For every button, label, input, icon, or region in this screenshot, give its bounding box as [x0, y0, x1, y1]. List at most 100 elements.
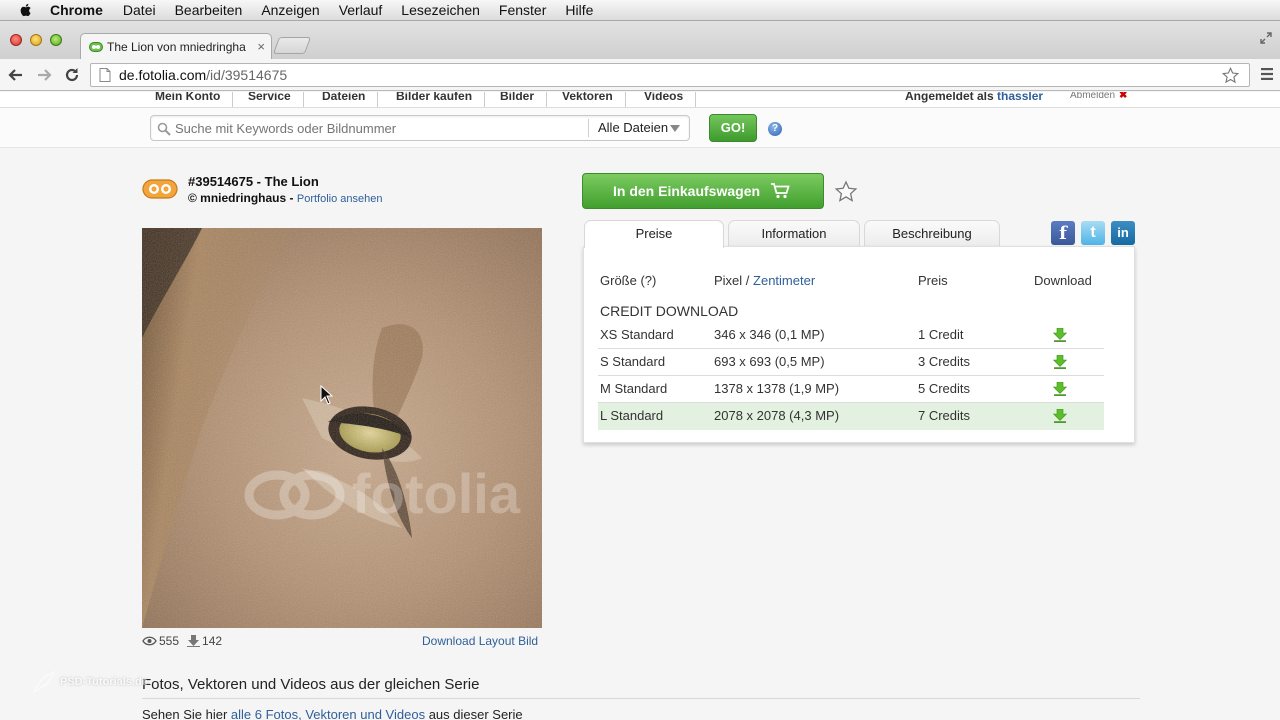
image-author: © mniedringhaus - Portfolio ansehen [188, 191, 382, 205]
price-row[interactable]: S Standard 693 x 693 (0,5 MP) 3 Credits [598, 349, 1104, 376]
author-separator: - [286, 191, 297, 205]
chevron-down-icon[interactable] [670, 125, 680, 132]
logout-link[interactable]: Abmelden ✖ [1070, 92, 1128, 107]
nav-vektoren[interactable]: Vektoren [550, 92, 626, 107]
forward-arrow-icon[interactable] [34, 65, 54, 85]
watermark-text: PSD-Tutorials.de [60, 676, 148, 688]
search-icon [157, 122, 171, 136]
search-bar: Alle Dateien GO! ? [0, 108, 1280, 148]
nav-service[interactable]: Service [236, 92, 304, 107]
price-credits: 7 Credits [918, 408, 971, 423]
browser-tab[interactable]: The Lion von mniedringha × [80, 33, 272, 59]
image-title: #39514675 - The Lion [188, 174, 319, 189]
nav-mein-konto[interactable]: Mein Konto [143, 92, 234, 107]
window-close-button[interactable] [10, 34, 22, 46]
download-count-icon [187, 635, 201, 647]
back-arrow-icon[interactable] [6, 65, 26, 85]
series-sub-pre: Sehen Sie hier [142, 707, 231, 720]
eye-icon [142, 636, 157, 646]
menu-icon[interactable] [1260, 67, 1274, 81]
browser-tabstrip: The Lion von mniedringha × [0, 21, 1280, 59]
window-zoom-button[interactable] [50, 34, 62, 46]
tab-title: The Lion von mniedringha [107, 39, 246, 54]
favorite-star-icon[interactable] [834, 180, 858, 204]
mouse-cursor-icon [320, 385, 334, 405]
menu-anzeigen[interactable]: Anzeigen [261, 2, 319, 18]
logged-in-status: Angemeldet als thassler [905, 92, 1043, 107]
nav-bilder[interactable]: Bilder [488, 92, 548, 107]
logged-in-user[interactable]: thassler [997, 92, 1043, 103]
menu-datei[interactable]: Datei [123, 2, 156, 18]
menu-chrome[interactable]: Chrome [50, 2, 103, 18]
header-size[interactable]: Größe (?) [600, 273, 656, 288]
browser-toolbar: de.fotolia.com/id/39514675 [0, 59, 1280, 91]
cart-button-label: In den Einkaufswagen [613, 183, 761, 199]
price-row[interactable]: XS Standard 346 x 346 (0,1 MP) 1 Credit [598, 322, 1104, 349]
tab-preise[interactable]: Preise [584, 220, 724, 248]
price-dimensions: 346 x 346 (0,1 MP) [714, 327, 825, 342]
header-price: Preis [918, 273, 948, 288]
bookmark-star-icon[interactable] [1222, 67, 1239, 84]
nav-dateien[interactable]: Dateien [310, 92, 379, 107]
search-input[interactable] [175, 116, 585, 140]
new-tab-button[interactable] [272, 37, 312, 54]
credit-download-title: CREDIT DOWNLOAD [600, 303, 739, 319]
lion-photo[interactable]: fotolia [142, 228, 542, 628]
apple-menu-icon[interactable] [18, 2, 34, 18]
price-row[interactable]: L Standard 2078 x 2078 (4,3 MP) 7 Credits [598, 403, 1104, 430]
price-size: XS Standard [600, 327, 674, 342]
price-dimensions: 2078 x 2078 (4,3 MP) [714, 408, 840, 423]
download-layout-link[interactable]: Download Layout Bild [422, 634, 538, 648]
search-field: Alle Dateien [150, 115, 690, 141]
price-size: L Standard [600, 408, 664, 423]
download-arrow-icon[interactable] [1053, 382, 1067, 396]
author-name[interactable]: © mniedringhaus [188, 191, 286, 205]
price-dimensions: 693 x 693 (0,5 MP) [714, 354, 825, 369]
tab-information[interactable]: Information [728, 220, 860, 247]
fullscreen-icon[interactable] [1260, 32, 1272, 44]
page-content: Mein Konto Service Dateien Bilder kaufen… [0, 92, 1280, 720]
price-size: S Standard [600, 354, 666, 369]
nav-bilder-kaufen[interactable]: Bilder kaufen [384, 92, 486, 107]
logged-in-label: Angemeldet als [905, 92, 994, 103]
header-download: Download [1034, 273, 1092, 288]
views-count: 555 [159, 634, 180, 648]
download-arrow-icon[interactable] [1053, 355, 1067, 369]
unit-zentimeter[interactable]: Zentimeter [753, 273, 815, 288]
download-arrow-icon[interactable] [1053, 328, 1067, 342]
portfolio-link[interactable]: Portfolio ansehen [297, 193, 383, 205]
twitter-icon[interactable]: t [1081, 221, 1105, 245]
logout-x-icon: ✖ [1119, 92, 1128, 101]
help-icon[interactable]: ? [768, 122, 782, 136]
download-arrow-icon[interactable] [1053, 409, 1067, 423]
reload-icon[interactable] [62, 65, 82, 85]
downloads-count: 142 [202, 634, 223, 648]
header-unit: Pixel / Zentimeter [714, 273, 815, 288]
add-to-cart-button[interactable]: In den Einkaufswagen [582, 173, 824, 209]
linkedin-icon[interactable]: in [1111, 221, 1135, 245]
page-icon [99, 68, 111, 82]
url-path: /id/39514675 [206, 67, 288, 83]
search-go-button[interactable]: GO! [709, 114, 757, 142]
nav-videos[interactable]: Videos [632, 92, 697, 107]
image-stats: 555 142 [142, 634, 222, 648]
menu-verlauf[interactable]: Verlauf [339, 2, 383, 18]
unit-pixel[interactable]: Pixel [714, 273, 742, 288]
category-select[interactable]: Alle Dateien [598, 116, 668, 140]
series-link[interactable]: alle 6 Fotos, Vektoren und Videos [231, 707, 425, 720]
tab-close-icon[interactable]: × [257, 39, 265, 54]
address-bar[interactable]: de.fotolia.com/id/39514675 [90, 63, 1250, 87]
menu-fenster[interactable]: Fenster [499, 2, 546, 18]
pricing-panel: Größe (?) Pixel / Zentimeter Preis Downl… [583, 246, 1135, 443]
menu-bearbeiten[interactable]: Bearbeiten [175, 2, 243, 18]
site-navigation: Mein Konto Service Dateien Bilder kaufen… [0, 92, 1280, 108]
price-size: M Standard [600, 381, 668, 396]
psd-tutorials-watermark: PSD-Tutorials.de [30, 668, 148, 696]
tab-beschreibung[interactable]: Beschreibung [864, 220, 1000, 247]
menu-lesezeichen[interactable]: Lesezeichen [401, 2, 480, 18]
window-minimize-button[interactable] [30, 34, 42, 46]
fotolia-favicon-icon [89, 41, 103, 52]
price-row[interactable]: M Standard 1378 x 1378 (1,9 MP) 5 Credits [598, 376, 1104, 403]
menu-hilfe[interactable]: Hilfe [565, 2, 593, 18]
facebook-icon[interactable]: f [1051, 221, 1075, 245]
